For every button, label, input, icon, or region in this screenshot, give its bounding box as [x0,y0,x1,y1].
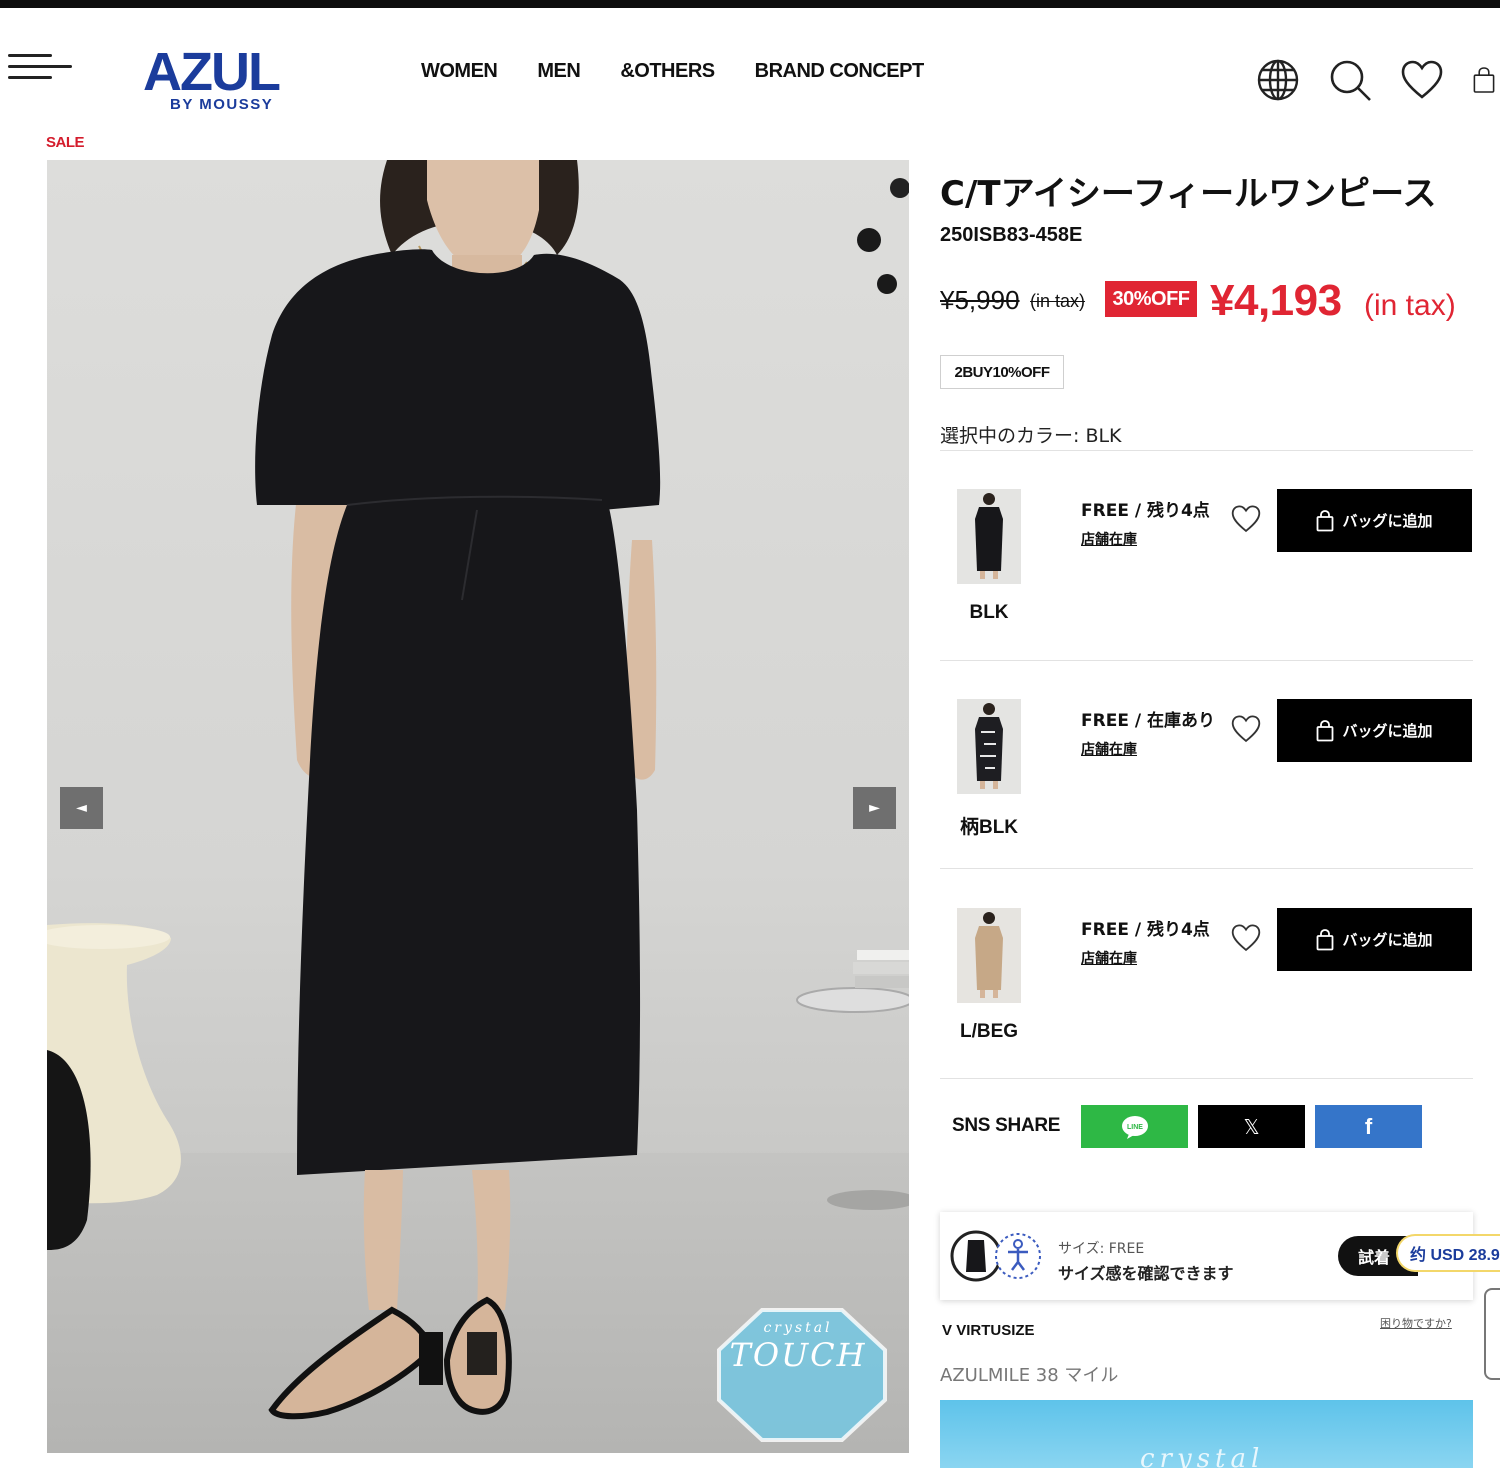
variant-row-l-beg: L/BEG FREE / 残り4点 店舗在庫 バッグに追加 [940,908,1473,1058]
variant-thumbnail[interactable] [957,489,1021,584]
product-title: C/Tアイシーフィールワンピース [940,174,1437,214]
variant-color-name: BLK [969,602,1009,623]
variant-size-stock: FREE / 残り4点 [1081,920,1210,940]
sns-share-label: SNS SHARE [952,1115,1061,1136]
original-price-tax: (in tax) [1030,291,1086,311]
divider [940,660,1473,661]
side-tab-handle[interactable] [1484,1288,1500,1380]
line-icon-label: LINE [1127,1124,1143,1131]
model-illustration [47,160,909,1442]
nav-brand-concept[interactable]: BRAND CONCEPT [755,60,925,83]
virtusize-brand-label: VIRTUSIZE [956,1322,1035,1339]
menu-icon[interactable] [8,54,74,82]
favorite-heart-icon[interactable] [1231,505,1265,539]
favorite-heart-icon[interactable] [1231,924,1265,958]
variant-color-name: 柄BLK [959,817,1019,838]
add-to-bag-button[interactable]: バッグに追加 [1277,908,1472,971]
sale-price: ¥4,193 [1210,276,1342,325]
virtusize-logo-icon: V [942,1322,953,1339]
favorite-heart-icon[interactable] [1231,715,1265,749]
sale-label: SALE [46,134,85,151]
sale-price-tax: (in tax) [1364,289,1456,322]
brand-name: AZUL [143,42,281,102]
variant-size-stock: FREE / 在庫あり [1081,711,1215,731]
original-price: ¥5,990 [940,285,1020,315]
top-bar [0,0,1500,8]
add-to-bag-label: バッグに追加 [1342,722,1433,740]
add-to-bag-label: バッグに追加 [1342,931,1433,949]
virtusize-size: サイズ: FREE [1058,1241,1145,1257]
currency-converter[interactable]: 约 USD 28.99 [1396,1234,1500,1272]
discount-badge: 30%OFF [1105,281,1197,317]
nav-men[interactable]: MEN [537,60,580,83]
divider [940,1078,1473,1079]
variant-color-name: L/BEG [959,1021,1019,1042]
selected-color-label: 選択中のカラー: BLK [940,425,1122,447]
store-stock-link[interactable]: 店舗在庫 [1081,739,1137,759]
prev-image-button[interactable]: ◄ [60,787,103,829]
bag-icon [1317,928,1334,950]
store-stock-link[interactable]: 店舗在庫 [1081,529,1137,549]
variant-row-blk: BLK FREE / 残り4点 店舗在庫 バッグに追加 [940,489,1473,639]
heart-icon[interactable] [1400,58,1444,102]
product-photo: ◄ ► crystal TOUCH [47,160,909,1453]
brand-subtitle: BY MOUSSY [170,96,274,113]
promo-badge[interactable]: 2BUY10%OFF [940,355,1064,389]
variant-thumbnail[interactable] [957,908,1021,1003]
product-code: 250ISB83-458E [940,224,1083,246]
divider [940,868,1473,869]
header-icons [1256,58,1496,102]
store-stock-link[interactable]: 店舗在庫 [1081,948,1137,968]
crystal-banner[interactable]: crystal [940,1400,1473,1468]
share-facebook-button[interactable]: f [1315,1105,1422,1148]
add-to-bag-label: バッグに追加 [1342,512,1433,530]
price-row: ¥5,990 (in tax) 30%OFF ¥4,193 (in tax) [940,276,1470,332]
divider [940,450,1473,451]
next-image-button[interactable]: ► [853,787,896,829]
bag-icon [1317,509,1334,531]
virtusize-brand: V VIRTUSIZE [942,1322,1035,1339]
search-icon[interactable] [1328,58,1372,102]
x-icon: 𝕏 [1243,1114,1260,1139]
brand-logo[interactable]: AZUL BY MOUSSY [143,44,313,120]
crystal-logo-top: crystal [763,1320,833,1336]
crystal-touch-logo: crystal TOUCH [711,1278,885,1430]
help-link[interactable]: 困り物ですか? [1380,1315,1452,1331]
line-icon: LINE [1121,1115,1148,1139]
variant-row-pattern-blk: 柄BLK FREE / 在庫あり 店舗在庫 バッグに追加 [940,699,1473,849]
bag-icon [1317,719,1334,741]
virtusize-message: サイズ感を確認できます [1058,1264,1234,1283]
banner-text: crystal [1140,1444,1265,1468]
bag-icon[interactable] [1472,58,1496,102]
globe-icon[interactable] [1256,58,1300,102]
virtusize-icons [950,1230,1041,1282]
variant-size-stock: FREE / 残り4点 [1081,501,1210,521]
nav-women[interactable]: WOMEN [421,60,498,83]
variant-thumbnail[interactable] [957,699,1021,794]
add-to-bag-button[interactable]: バッグに追加 [1277,699,1472,762]
nav-others[interactable]: &OTHERS [620,60,715,83]
virtusize-widget[interactable]: サイズ: FREE サイズ感を確認できます 試着 [940,1212,1473,1300]
main-nav: WOMEN MEN &OTHERS BRAND CONCEPT [421,60,964,83]
azulmile-points: AZULMILE 38 マイル [940,1365,1119,1386]
add-to-bag-button[interactable]: バッグに追加 [1277,489,1472,552]
facebook-icon: f [1364,1113,1373,1139]
crystal-logo-main: TOUCH [729,1336,867,1374]
share-line-button[interactable]: LINE [1081,1105,1188,1148]
share-x-button[interactable]: 𝕏 [1198,1105,1305,1148]
